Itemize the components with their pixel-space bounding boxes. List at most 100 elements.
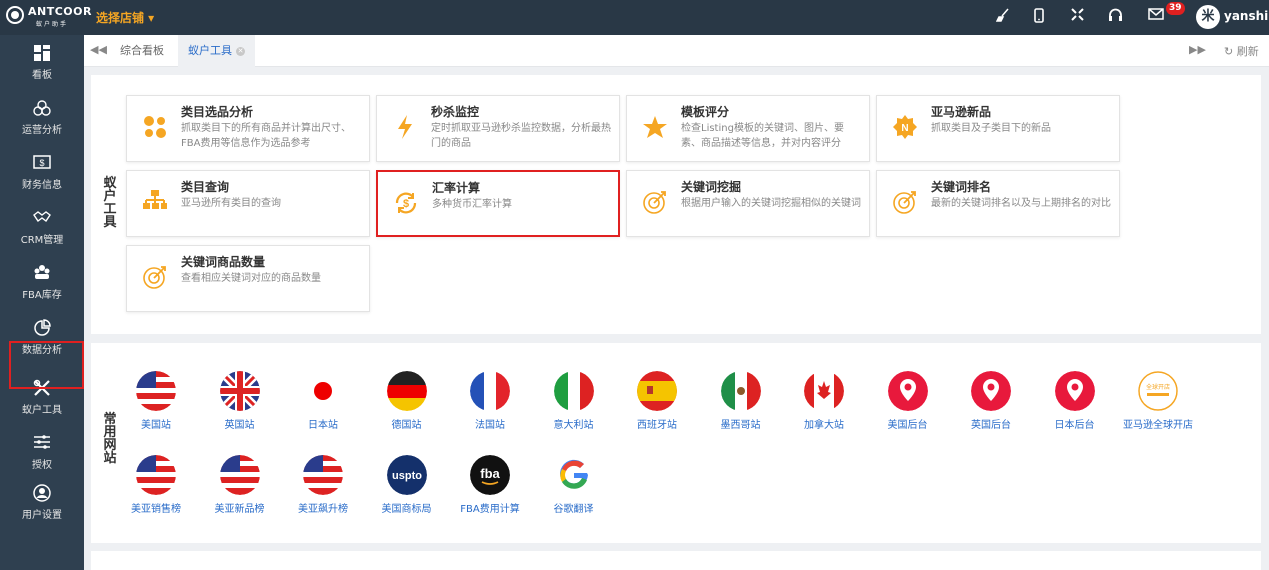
us-flag-icon [219,455,260,495]
site-link[interactable]: 美亚飙升榜 [288,455,358,525]
sidebar-active-highlight [9,341,84,389]
site-link[interactable]: 意大利站 [539,371,609,441]
avatar[interactable]: 米 [1196,5,1220,29]
bottom-panel [91,551,1261,570]
sidebar-item-user-settings[interactable]: 用户设置 [0,480,84,528]
site-link[interactable]: uspto 美国商标局 [372,455,442,525]
target-icon [140,264,170,294]
site-link[interactable]: 美亚销售榜 [121,455,191,525]
site-link[interactable]: 谷歌翻译 [539,455,609,525]
sidebar-item-crm[interactable]: CRM管理 [0,205,84,253]
refresh-icon: ↻ [1224,45,1234,58]
sidebar-item-authorize[interactable]: 授权 [0,430,84,478]
site-link-label: 德国站 [391,420,422,431]
site-link[interactable]: fba FBA费用计算 [455,455,525,525]
us-flag-icon [303,455,343,495]
tab-scroll-right-icon[interactable]: ▶▶ [1189,43,1206,56]
tool-card[interactable]: 类目查询 亚马逊所有类目的查询 [126,170,370,237]
site-link[interactable]: 日本后台 [1040,371,1110,441]
hierarchy-icon [140,189,170,219]
site-link-label: 亚马逊全球开店 [1123,420,1193,431]
site-link[interactable]: 美国后台 [873,371,943,441]
site-link-label: 西班牙站 [637,420,677,431]
store-selector[interactable]: 选择店铺 ▾ [96,9,154,26]
site-link[interactable]: 墨西哥站 [706,371,776,441]
crm-icon [32,209,52,229]
tool-card[interactable]: N 亚马逊新品 抓取类目及子类目下的新品 [876,95,1120,162]
us-flag-icon [136,455,176,495]
tool-card[interactable]: 模板评分 检查Listing模板的关键词、图片、要素、商品描述等信息，并对内容评分 [626,95,870,162]
site-link[interactable]: 加拿大站 [789,371,859,441]
svg-text:fba: fba [480,466,500,481]
tool-card[interactable]: $ 汇率计算 多种货币汇率计算 [376,170,620,237]
us-flag-icon [136,371,176,411]
site-link[interactable]: 美亚新品榜 [205,455,275,525]
tool-card[interactable]: 类目选品分析 抓取类目下的所有商品并计算出尺寸、FBA费用等信息作为选品参考 [126,95,370,162]
brand-name: ANTCOOR [28,5,92,18]
uspto-icon: uspto [386,455,427,495]
tool-card-title: 关键词商品数量 [181,255,266,269]
site-link[interactable]: 西班牙站 [622,371,692,441]
location-pin-icon [887,371,928,411]
app-logo[interactable]: ANTCOOR 蚁户助手 [6,5,91,31]
site-link[interactable]: 德国站 [372,371,442,441]
site-link-label: 墨西哥站 [720,420,761,431]
tool-card-title: 关键词挖掘 [681,180,742,194]
tool-card-description: 查看相应关键词对应的商品数量 [181,273,321,284]
close-icon[interactable]: ✕ [236,46,245,56]
tool-card[interactable]: 关键词商品数量查看相应关键词对应的商品数量 [126,245,370,312]
refresh-button[interactable]: ↻ 刷新 [1224,43,1259,59]
tab-tools[interactable]: 蚁户工具 ✕ [178,35,255,67]
tab-overview[interactable]: 综合看板 [110,35,174,67]
fullscreen-icon[interactable] [1069,8,1085,26]
mail-count-badge: 39 [1166,2,1185,15]
brand-subtitle: 蚁户助手 [36,21,69,28]
tool-card[interactable]: 秒杀监控 定时抓取亚马逊秒杀监控数据，分析最热门的商品 [376,95,620,162]
user-settings-icon [32,484,52,504]
uk-flag-icon [219,371,260,411]
site-link[interactable]: 美国站 [121,371,191,441]
site-link-label: 谷歌翻译 [553,504,594,515]
site-link[interactable]: 英国后台 [956,371,1026,441]
google-icon [553,455,594,495]
tool-card-title: 类目查询 [181,180,230,194]
global-selling-icon: 全球开店 [1138,371,1178,411]
site-link-label: 法国站 [475,420,505,431]
star-icon [640,114,670,144]
tool-card[interactable]: 关键词排名 最新的关键词排名以及与上期排名的对比 [876,170,1120,237]
user-name[interactable]: yanshi [1224,9,1268,23]
site-link-label: 美国商标局 [381,504,432,515]
site-link[interactable]: 英国站 [205,371,275,441]
site-link[interactable]: 全球开店亚马逊全球开店 [1123,371,1193,441]
tab-bar: ◀◀ 综合看板 蚁户工具 ✕ ▶▶ ↻ 刷新 [84,35,1269,67]
headset-icon[interactable] [1107,8,1123,26]
tool-card-description: 最新的关键词排名以及与上期排名的对比 [931,198,1111,209]
sidebar-item-dashboard[interactable]: 看板 [0,40,84,88]
operations-icon [32,99,52,119]
tab-scroll-left-icon[interactable]: ◀◀ [90,43,107,56]
data-analysis-icon [32,319,52,339]
mobile-icon[interactable] [1031,8,1047,26]
sidebar-item-finance[interactable]: $ 财务信息 [0,150,84,198]
mail-icon[interactable] [1148,8,1164,26]
site-link[interactable]: 日本站 [288,371,358,441]
sidebar-item-fba-inventory[interactable]: FBA库存 [0,260,84,308]
dashboard-icon [32,44,52,64]
site-link[interactable]: 法国站 [455,371,525,441]
new-badge-icon: N [890,114,920,144]
germany-flag-icon [386,371,427,411]
refresh-label: 刷新 [1236,45,1259,58]
tool-card-title: 模板评分 [681,105,730,119]
sidebar-item-label: 授权 [32,460,52,471]
site-link-label: 美国站 [141,420,171,431]
site-link-label: 美国后台 [887,420,928,431]
inventory-icon [32,264,52,284]
site-link-label: FBA费用计算 [460,504,520,515]
spain-flag-icon [637,371,677,411]
sidebar-item-label: FBA库存 [22,290,62,301]
section-heading-tools: 蚁户工具 [103,176,117,230]
sidebar-item-operations[interactable]: 运营分析 [0,95,84,143]
tool-card[interactable]: 关键词挖掘 根据用户输入的关键词挖掘相似的关键词 [626,170,870,237]
top-bar: ANTCOOR 蚁户助手 选择店铺 ▾ 39 米 yanshi [0,0,1269,35]
broom-icon[interactable] [995,8,1011,26]
